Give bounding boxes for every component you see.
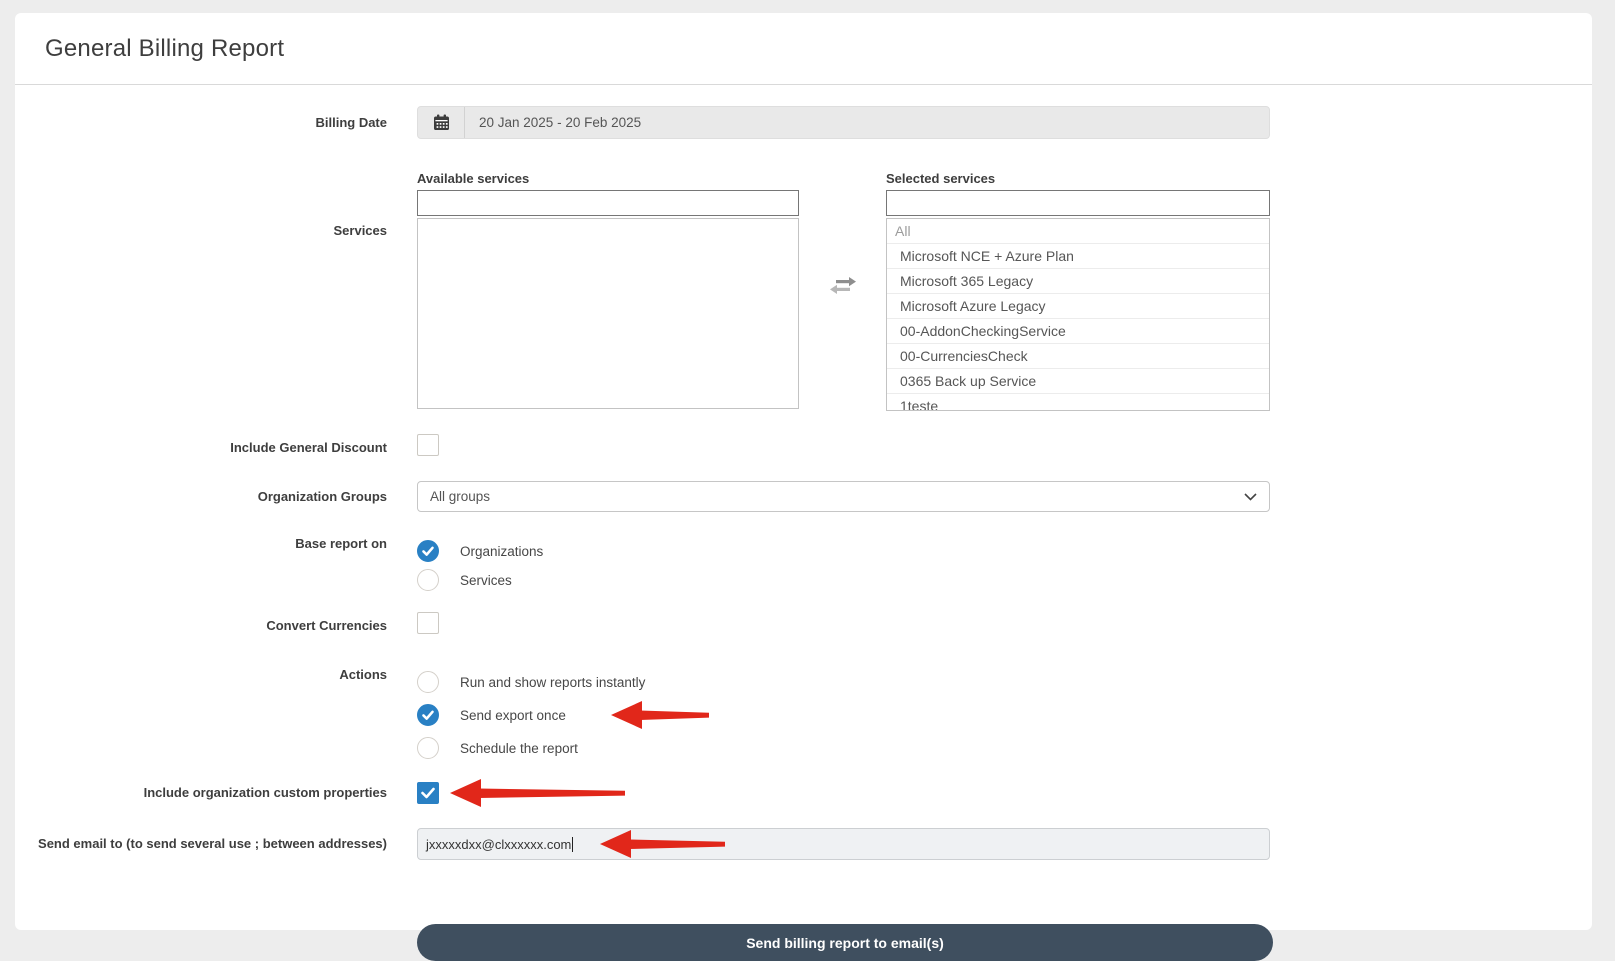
- report-form: Billing Date: [15, 85, 1592, 961]
- selected-services-list[interactable]: All Microsoft NCE + Azure Plan Microsoft…: [886, 218, 1270, 411]
- available-services-list[interactable]: [417, 218, 799, 409]
- radio-button[interactable]: [417, 540, 439, 562]
- radio-option-row[interactable]: Organizations: [417, 540, 1270, 562]
- selected-services-panel: Selected services All Microsoft NCE + Az…: [886, 171, 1270, 411]
- organization-groups-row: Organization Groups All groups: [15, 481, 1592, 512]
- list-item-label: All: [895, 223, 911, 239]
- radio-option-row[interactable]: Run and show reports instantly: [417, 671, 1270, 693]
- include-org-custom-properties-row: Include organization custom properties: [15, 778, 1592, 808]
- send-email-value: jxxxxxdxx@clxxxxxx.com: [426, 837, 571, 852]
- available-services-search-input[interactable]: [417, 190, 799, 216]
- list-item[interactable]: All: [887, 219, 1269, 244]
- radio-option-row[interactable]: Send export once: [417, 700, 1270, 730]
- swap-column: [799, 171, 886, 411]
- convert-currencies-checkbox[interactable]: [417, 612, 439, 634]
- billing-date-input[interactable]: 20 Jan 2025 - 20 Feb 2025: [417, 106, 1270, 139]
- send-billing-report-button[interactable]: Send billing report to email(s): [417, 924, 1273, 961]
- list-item[interactable]: 00-CurrenciesCheck: [887, 344, 1269, 369]
- radio-button[interactable]: [417, 737, 439, 759]
- list-item-label: 00-CurrenciesCheck: [900, 348, 1028, 364]
- include-org-custom-properties-label: Include organization custom properties: [144, 785, 387, 800]
- radio-option-label: Services: [460, 573, 512, 588]
- list-item-label: Microsoft 365 Legacy: [900, 273, 1033, 289]
- send-email-label: Send email to (to send several use ; bet…: [38, 836, 387, 851]
- radio-option-label: Organizations: [460, 544, 543, 559]
- general-billing-report-card: General Billing Report Billing Date: [15, 13, 1592, 930]
- list-item[interactable]: Microsoft Azure Legacy: [887, 294, 1269, 319]
- list-item[interactable]: Microsoft 365 Legacy: [887, 269, 1269, 294]
- available-services-panel: Available services: [417, 171, 799, 411]
- list-item-label: 1teste: [900, 398, 938, 411]
- transfer-arrows-icon[interactable]: [830, 276, 856, 300]
- chevron-down-icon: [1244, 489, 1257, 504]
- available-services-header: Available services: [417, 171, 799, 186]
- actions-label: Actions: [339, 667, 387, 682]
- list-item[interactable]: Microsoft NCE + Azure Plan: [887, 244, 1269, 269]
- include-general-discount-checkbox[interactable]: [417, 434, 439, 456]
- billing-date-label: Billing Date: [315, 115, 387, 130]
- list-item[interactable]: 00-AddonCheckingService: [887, 319, 1269, 344]
- base-report-on-options: Organizations Services: [417, 533, 1270, 591]
- submit-row: Send billing report to email(s): [15, 924, 1592, 961]
- radio-option-row[interactable]: Services: [417, 569, 1270, 591]
- billing-date-value: 20 Jan 2025 - 20 Feb 2025: [465, 115, 641, 130]
- services-label: Services: [334, 223, 388, 238]
- convert-currencies-row: Convert Currencies: [15, 612, 1592, 639]
- services-row: Services Available services: [15, 171, 1592, 411]
- list-item[interactable]: 1teste: [887, 394, 1269, 411]
- organization-groups-label: Organization Groups: [258, 489, 387, 504]
- selected-services-search-input[interactable]: [886, 190, 1270, 216]
- organization-groups-select[interactable]: All groups: [417, 481, 1270, 512]
- radio-button[interactable]: [417, 704, 439, 726]
- include-general-discount-row: Include General Discount: [15, 434, 1592, 461]
- text-cursor: [572, 837, 573, 852]
- actions-options: Run and show reports instantly Send expo…: [417, 664, 1270, 759]
- list-item-label: 0365 Back up Service: [900, 373, 1036, 389]
- organization-groups-selected-value: All groups: [430, 489, 490, 504]
- radio-option-label: Schedule the report: [460, 741, 578, 756]
- selected-services-header: Selected services: [886, 171, 1270, 186]
- actions-row: Actions Run and show reports instantly: [15, 664, 1592, 759]
- list-item-label: 00-AddonCheckingService: [900, 323, 1066, 339]
- include-general-discount-label: Include General Discount: [230, 440, 387, 455]
- radio-option-label: Send export once: [460, 708, 566, 723]
- annotation-arrow-icon: [450, 778, 625, 808]
- radio-option-label: Run and show reports instantly: [460, 675, 645, 690]
- billing-date-row: Billing Date: [15, 106, 1592, 139]
- send-email-row: Send email to (to send several use ; bet…: [15, 828, 1592, 860]
- annotation-arrow-icon: [600, 829, 725, 859]
- list-item-label: Microsoft NCE + Azure Plan: [900, 248, 1074, 264]
- annotation-arrow-icon: [611, 700, 709, 730]
- include-org-custom-properties-checkbox[interactable]: [417, 782, 439, 804]
- list-item[interactable]: 0365 Back up Service: [887, 369, 1269, 394]
- radio-button[interactable]: [417, 569, 439, 591]
- radio-option-row[interactable]: Schedule the report: [417, 737, 1270, 759]
- page-title: General Billing Report: [45, 35, 284, 63]
- list-item-label: Microsoft Azure Legacy: [900, 298, 1046, 314]
- send-email-input[interactable]: jxxxxxdxx@clxxxxxx.com: [417, 828, 1270, 860]
- base-report-on-label: Base report on: [295, 536, 387, 551]
- radio-button[interactable]: [417, 671, 439, 693]
- convert-currencies-label: Convert Currencies: [266, 618, 387, 633]
- card-header: General Billing Report: [15, 13, 1592, 85]
- calendar-icon: [418, 107, 465, 138]
- base-report-on-row: Base report on Organizations: [15, 533, 1592, 591]
